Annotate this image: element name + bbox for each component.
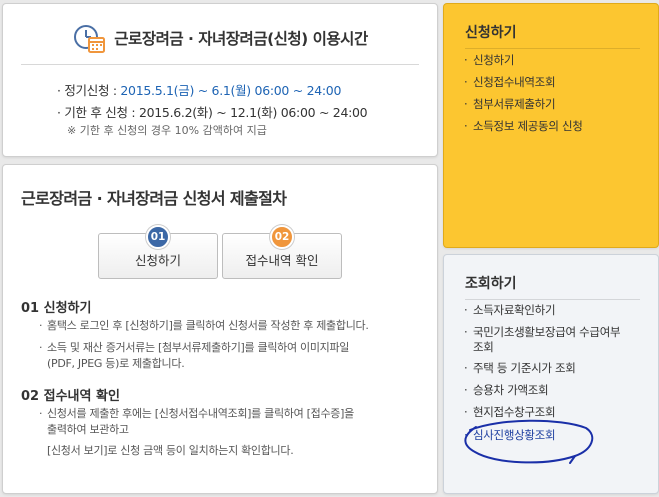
late-application-note: ※ 기한 후 신청의 경우 10% 감액하여 지급 [67, 124, 267, 137]
link-submit-attachments[interactable]: 첨부서류제출하기 [464, 97, 556, 112]
calendar-clock-icon [74, 25, 106, 53]
regular-application-period: 2015.5.1(금) ~ 6.1(월) 06:00 ~ 24:00 [120, 83, 342, 98]
submission-procedure-panel: 근로장려금 · 자녀장려금 신청서 제출절차 신청하기 접수내역 확인 01 0… [2, 164, 438, 494]
divider [465, 299, 640, 300]
section-receipt-text-2: 출력하여 보관하고 [47, 423, 129, 436]
section-receipt-heading: 02 접수내역 확인 [21, 389, 120, 404]
section-apply-text-2: 소득 및 재산 증거서류는 [첨부서류제출하기]를 클릭하여 이미지파일 [39, 339, 349, 356]
link-income-data-check[interactable]: 소득자료확인하기 [464, 303, 556, 318]
step-check-receipt-label: 접수내역 확인 [245, 253, 319, 268]
link-apply[interactable]: 신청하기 [464, 53, 514, 68]
section-apply-heading: 01 신청하기 [21, 301, 92, 316]
link-basic-livelihood-benefit-line-1: 국민기초생활보장급여 수급여부 [473, 325, 621, 339]
section-apply-text-3: (PDF, JPEG 등)로 제출합니다. [47, 357, 185, 370]
apply-panel-title: 신청하기 [465, 25, 517, 41]
apply-panel: 신청하기 신청하기 신청접수내역조회 첨부서류제출하기 소득정보 제공동의 신청 [443, 3, 659, 248]
link-review-progress-status[interactable]: 심사진행상황조회 [464, 428, 556, 443]
procedure-title: 근로장려금 · 자녀장려금 신청서 제출절차 [21, 189, 287, 208]
late-application-label: · 기한 후 신청 : [57, 105, 139, 120]
divider [21, 64, 419, 65]
link-income-info-consent[interactable]: 소득정보 제공동의 신청 [464, 119, 583, 134]
link-housing-standard-price[interactable]: 주택 등 기준시가 조회 [464, 361, 576, 376]
usage-hours-panel: 근로장려금 · 자녀장려금(신청) 이용시간 · 정기신청 : 2015.5.1… [2, 3, 438, 157]
step-2-badge: 02 [270, 225, 294, 249]
step-1-badge: 01 [146, 225, 170, 249]
section-receipt-text-1: 신청서를 제출한 후에는 [신청서접수내역조회]를 클릭하여 [접수증]을 [39, 405, 354, 422]
late-application-period: 2015.6.2(화) ~ 12.1(화) 06:00 ~ 24:00 [138, 105, 368, 120]
usage-hours-title: 근로장려금 · 자녀장려금(신청) 이용시간 [114, 30, 368, 48]
late-application-line: · 기한 후 신청 : 2015.6.2(화) ~ 12.1(화) 06:00 … [57, 102, 368, 121]
link-application-receipt-inquiry[interactable]: 신청접수내역조회 [464, 75, 556, 90]
link-basic-livelihood-benefit-line-2: 조회 [473, 340, 494, 354]
link-car-value-inquiry[interactable]: 승용차 가액조회 [464, 383, 549, 398]
link-local-reception-counter[interactable]: 현지접수창구조회 [464, 405, 556, 420]
regular-application-line: · 정기신청 : 2015.5.1(금) ~ 6.1(월) 06:00 ~ 24… [57, 80, 341, 99]
inquiry-panel: 조회하기 소득자료확인하기 국민기초생활보장급여 수급여부 조회 주택 등 기준… [443, 254, 659, 494]
divider [465, 48, 640, 49]
usage-hours-header: 근로장려금 · 자녀장려금(신청) 이용시간 [3, 18, 437, 58]
step-apply-label: 신청하기 [134, 253, 181, 268]
inquiry-panel-title: 조회하기 [465, 276, 517, 292]
regular-application-label: · 정기신청 : [57, 83, 121, 98]
link-basic-livelihood-benefit-status[interactable]: 국민기초생활보장급여 수급여부 조회 [464, 325, 621, 355]
section-apply-text-1: 홈택스 로그인 후 [신청하기]를 클릭하여 신청서를 작성한 후 제출합니다. [39, 317, 369, 334]
section-receipt-text-3: [신청서 보기]로 신청 금액 등이 일치하는지 확인합니다. [47, 444, 294, 457]
